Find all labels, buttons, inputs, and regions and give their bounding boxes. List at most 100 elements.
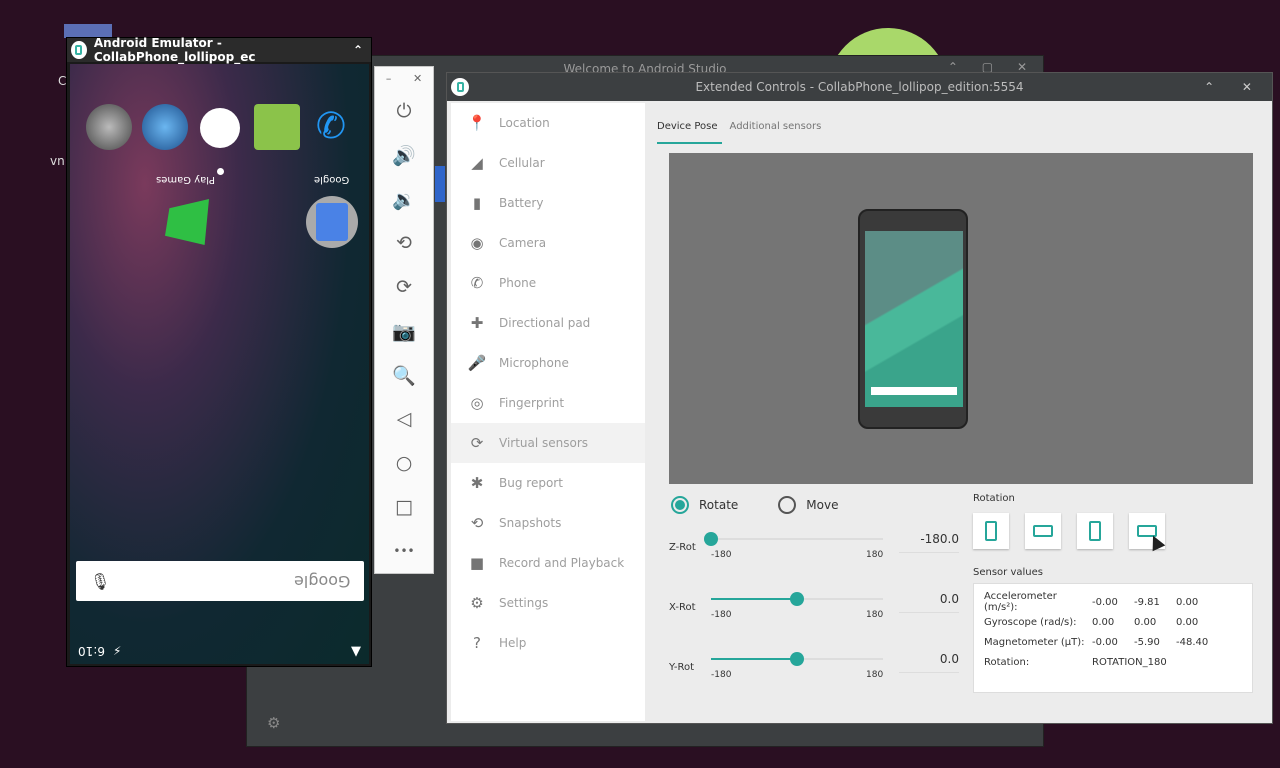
sidebar-item-help[interactable]: ? Help: [451, 623, 645, 663]
sidebar-item-fingerprint[interactable]: ◎ Fingerprint: [451, 383, 645, 423]
rotate-right-icon[interactable]: ⟳: [375, 265, 433, 309]
pose-mode-group: Rotate Move: [671, 496, 838, 514]
android-app-icon[interactable]: [254, 104, 300, 150]
zoom-icon[interactable]: 🔍: [375, 353, 433, 397]
y-rot-slider-row: Y-Rot -180 180 0.0: [669, 643, 959, 693]
sidebar-item-snapshots[interactable]: ⟲ Snapshots: [451, 503, 645, 543]
emulator-title-bar: Android Emulator - CollabPhone_lollipop_…: [67, 36, 371, 64]
slider-value[interactable]: -180.0: [899, 532, 959, 553]
slider-max: 180: [866, 550, 884, 560]
emulator-title: Android Emulator - CollabPhone_lollipop_…: [93, 36, 256, 64]
sensor-name: Accelerometer (m/s²):: [984, 591, 1057, 613]
sensor-name: Rotation:: [984, 656, 1030, 668]
extended-controls-title: Extended Controls - CollabPhone_lollipop…: [695, 80, 1024, 94]
camera-app-icon[interactable]: [86, 104, 132, 150]
battery-icon: ⚡: [112, 644, 122, 658]
device-pose-preview[interactable]: [669, 153, 1253, 484]
rotate-portrait-button[interactable]: [973, 513, 1009, 549]
sidebar-item-virtual-sensors[interactable]: ⟳ Virtual sensors: [451, 423, 645, 463]
sensor-value: 0.00: [1134, 616, 1157, 628]
chevron-up-icon[interactable]: ⌃: [353, 43, 363, 57]
close-button[interactable]: ✕: [413, 72, 422, 85]
sensor-value: -9.81: [1134, 596, 1160, 608]
volume-up-icon[interactable]: 🔊: [375, 133, 433, 177]
help-icon: ?: [473, 634, 481, 652]
sidebar-item-label: Location: [499, 116, 550, 130]
sidebar-item-settings[interactable]: ⚙ Settings: [451, 583, 645, 623]
video-icon: ■: [469, 554, 485, 572]
sidebar-item-location[interactable]: 📍 Location: [451, 103, 645, 143]
slider-min: -180: [711, 670, 732, 680]
tab-additional-sensors[interactable]: Additional sensors: [730, 115, 826, 144]
home-icon[interactable]: ○: [375, 441, 433, 485]
slider-thumb[interactable]: [790, 592, 804, 606]
slider-track[interactable]: [704, 532, 883, 546]
sidebar-item-label: Bug report: [499, 476, 563, 490]
slider-value[interactable]: 0.0: [899, 652, 959, 673]
slider-label: Y-Rot: [669, 662, 695, 673]
sidebar-item-record-and-playback[interactable]: ■ Record and Playback: [451, 543, 645, 583]
desktop-label: vn: [50, 154, 65, 168]
sidebar-item-label: Cellular: [499, 156, 545, 170]
sidebar-item-directional-pad[interactable]: ✚ Directional pad: [451, 303, 645, 343]
camera-icon[interactable]: 📷: [375, 309, 433, 353]
google-app-icon[interactable]: [306, 196, 358, 248]
sidebar-item-camera[interactable]: ◉ Camera: [451, 223, 645, 263]
camera-icon: ◉: [470, 234, 484, 252]
rotate-left-icon[interactable]: ⟲: [375, 221, 433, 265]
sensor-value: -0.00: [1092, 636, 1118, 648]
device-model: [858, 209, 968, 429]
tab-device-pose[interactable]: Device Pose: [657, 115, 722, 144]
move-radio[interactable]: [778, 496, 797, 514]
fingerprint-icon: ◎: [470, 394, 484, 412]
phone-app-icon[interactable]: ✆: [308, 104, 354, 150]
bug-icon: ✱: [470, 474, 484, 492]
rotate-label: Rotate: [699, 498, 739, 512]
volume-down-icon[interactable]: 🔉: [375, 177, 433, 221]
sidebar-item-cellular[interactable]: ◢ Cellular: [451, 143, 645, 183]
slider-track[interactable]: [711, 652, 883, 666]
sensor-name: Gyroscope (rad/s):: [984, 616, 1077, 628]
extended-controls-title-bar: Extended Controls - CollabPhone_lollipop…: [447, 73, 1272, 101]
sidebar-item-phone[interactable]: ✆ Phone: [451, 263, 645, 303]
gear-icon[interactable]: ⚙: [267, 714, 280, 732]
sidebar-item-label: Snapshots: [499, 516, 562, 530]
status-time: 6:10: [78, 644, 105, 658]
sidebar-item-microphone[interactable]: 🎤 Microphone: [451, 343, 645, 383]
slider-thumb[interactable]: [790, 652, 804, 666]
app-drawer-icon[interactable]: [200, 108, 240, 148]
google-search-logo: Google: [293, 571, 350, 591]
slider-max: 180: [866, 670, 884, 680]
sidebar-item-label: Help: [499, 636, 527, 650]
sidebar-item-label: Camera: [499, 236, 547, 250]
sensor-values-box: Accelerometer (m/s²): -0.00 -9.81 0.00 G…: [973, 583, 1253, 693]
power-icon[interactable]: ⏻: [375, 89, 433, 133]
device-screen[interactable]: ✆ Play Games Google 🎙 Google 6:10 ⚡ ▼: [70, 64, 369, 664]
studio-selection-marker: [435, 166, 445, 202]
rotate-radio[interactable]: [671, 496, 689, 514]
sensor-row: Gyroscope (rad/s): 0.00 0.00 0.00: [984, 612, 1242, 632]
play-games-icon[interactable]: [165, 199, 209, 245]
back-icon[interactable]: ◁: [375, 397, 433, 441]
slider-fill: [711, 598, 797, 600]
slider-track[interactable]: [711, 592, 883, 606]
sidebar-item-bug-report[interactable]: ✱ Bug report: [451, 463, 645, 503]
x-rot-slider-row: X-Rot -180 180 0.0: [669, 583, 959, 633]
browser-app-icon[interactable]: [142, 104, 188, 150]
slider-min: -180: [711, 550, 732, 560]
minimize-button[interactable]: –: [386, 72, 392, 85]
slider-max: 180: [866, 610, 884, 620]
rotate-landscape-button[interactable]: [1025, 513, 1061, 549]
overview-icon[interactable]: □: [375, 485, 433, 529]
slider-thumb[interactable]: [704, 532, 718, 546]
emulator-window: Android Emulator - CollabPhone_lollipop_…: [66, 36, 372, 667]
sidebar-item-battery[interactable]: ▮ Battery: [451, 183, 645, 223]
google-search-bar[interactable]: 🎙 Google: [76, 561, 364, 601]
more-icon[interactable]: •••: [375, 529, 433, 573]
sidebar-item-label: Microphone: [499, 356, 569, 370]
slider-value[interactable]: 0.0: [899, 592, 959, 613]
microphone-icon[interactable]: 🎙: [90, 572, 110, 591]
window-controls[interactable]: ⌃ ✕: [1204, 80, 1264, 94]
sidebar-item-label: Record and Playback: [499, 556, 625, 570]
rotate-reverse-portrait-button[interactable]: [1077, 513, 1113, 549]
